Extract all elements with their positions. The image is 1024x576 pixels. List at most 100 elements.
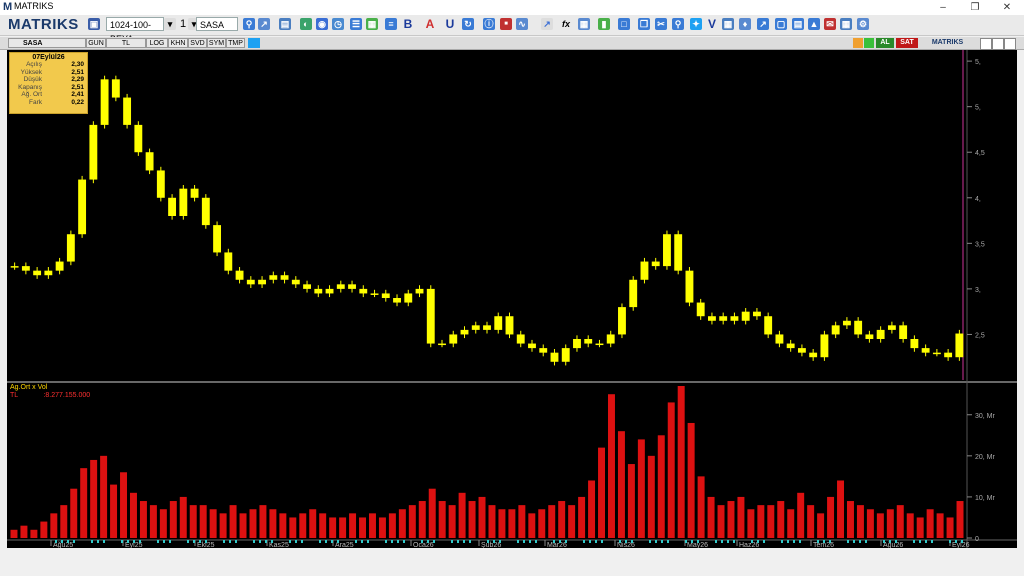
save-icon[interactable]: ▣ bbox=[88, 18, 100, 30]
volume-currency: TL bbox=[10, 392, 19, 399]
info-icon[interactable]: ⓘ bbox=[483, 18, 495, 30]
volume-bar bbox=[737, 496, 745, 538]
bold-button[interactable]: B bbox=[402, 18, 414, 30]
tab-gun[interactable]: GUN bbox=[86, 38, 106, 48]
brand-badge: MATRIKS bbox=[931, 39, 964, 46]
tab-svd[interactable]: SVD bbox=[188, 38, 207, 48]
grid-icon[interactable]: ▦ bbox=[578, 18, 590, 30]
mail-icon[interactable]: ✉ bbox=[824, 18, 836, 30]
date-marker bbox=[535, 540, 537, 543]
date-marker bbox=[451, 540, 453, 543]
symbol-select[interactable]: SASA bbox=[196, 17, 238, 31]
window-icon[interactable]: □ bbox=[618, 18, 630, 30]
close-button[interactable]: ✕ bbox=[992, 0, 1022, 15]
info-high-label: Yüksek bbox=[20, 68, 42, 76]
resize-icon[interactable]: ▢ bbox=[775, 18, 787, 30]
tab-khn[interactable]: KHN bbox=[168, 38, 188, 48]
date-marker bbox=[499, 540, 501, 543]
refresh-icon[interactable]: ↻ bbox=[462, 18, 474, 30]
align-icon[interactable]: ≡ bbox=[385, 18, 397, 30]
volume-bar bbox=[418, 501, 426, 538]
globe-icon[interactable]: ◉ bbox=[316, 18, 328, 30]
refresh-small-icon[interactable] bbox=[864, 38, 874, 48]
export-icon[interactable]: ↗ bbox=[757, 18, 769, 30]
trend-icon[interactable]: ↗ bbox=[541, 18, 553, 30]
sell-button[interactable]: SAT bbox=[896, 38, 918, 48]
volume-bar bbox=[100, 455, 108, 538]
maximize-button[interactable]: ❐ bbox=[960, 0, 990, 15]
draw-icon[interactable]: ↗ bbox=[258, 18, 270, 30]
tab-tl[interactable]: TL bbox=[106, 38, 146, 48]
volume-bar bbox=[139, 501, 147, 538]
date-marker bbox=[817, 540, 819, 543]
date-marker bbox=[259, 540, 261, 543]
table-icon[interactable]: ▦ bbox=[366, 18, 378, 30]
volume-bar bbox=[289, 517, 297, 538]
indicator-icon[interactable]: ∿ bbox=[516, 18, 528, 30]
date-marker bbox=[487, 540, 489, 543]
volume-bar bbox=[329, 517, 337, 538]
date-marker bbox=[619, 540, 621, 543]
volume-bar bbox=[817, 513, 825, 538]
pie-icon[interactable]: ◐ bbox=[300, 18, 312, 30]
volume-bar bbox=[578, 496, 586, 538]
settings-icon[interactable]: ⚙ bbox=[857, 18, 869, 30]
symbol-tab[interactable]: SASA bbox=[8, 38, 86, 48]
bell-icon[interactable]: ♦ bbox=[739, 18, 751, 30]
date-marker bbox=[595, 540, 597, 543]
date-marker bbox=[385, 540, 387, 543]
alarm-icon[interactable]: ▲ bbox=[808, 18, 820, 30]
layout-select[interactable]: 1024-100-BEYA bbox=[106, 17, 164, 44]
search-icon[interactable]: ⚲ bbox=[243, 18, 255, 30]
volume-bar bbox=[339, 517, 347, 538]
date-marker bbox=[289, 540, 291, 543]
bars-icon[interactable]: ▮ bbox=[598, 18, 610, 30]
price-candle bbox=[663, 234, 671, 267]
chart-type-icon[interactable]: ▤ bbox=[279, 18, 291, 30]
chart-svg[interactable]: 5, 5, 4,5 4, 3,5 3, 2,5 30, Mr 20, Mr 10, Mr 0 Ağu2… bbox=[7, 50, 1017, 549]
volume-bar bbox=[916, 517, 924, 538]
minimize-button[interactable]: – bbox=[928, 0, 958, 15]
clock-icon[interactable]: ◷ bbox=[332, 18, 344, 30]
close-chart-button[interactable] bbox=[1004, 38, 1016, 50]
v-icon[interactable]: V bbox=[706, 18, 718, 30]
volume-bar bbox=[60, 505, 68, 538]
cut-icon[interactable]: ✂ bbox=[655, 18, 667, 30]
layers-icon[interactable]: ▤ bbox=[792, 18, 804, 30]
calendar-icon[interactable]: ▦ bbox=[722, 18, 734, 30]
price-candle bbox=[685, 270, 694, 303]
twitter-tab-icon[interactable] bbox=[248, 38, 260, 48]
buy-button[interactable]: AL bbox=[876, 38, 894, 48]
price-candle bbox=[764, 316, 773, 335]
underline-button[interactable]: U bbox=[444, 18, 456, 30]
lock-icon[interactable] bbox=[853, 38, 863, 48]
twitter-icon[interactable]: ✦ bbox=[690, 18, 702, 30]
price-tick-label: 3,5 bbox=[975, 241, 985, 248]
minimize-chart-button[interactable] bbox=[980, 38, 992, 50]
tab-sym[interactable]: SYM bbox=[207, 38, 226, 48]
volume-bar bbox=[906, 513, 914, 538]
stop-icon[interactable]: ■ bbox=[500, 18, 512, 30]
chart-area[interactable]: 5, 5, 4,5 4, 3,5 3, 2,5 30, Mr 20, Mr 10, Mr 0 Ağu2… bbox=[7, 50, 1017, 549]
price-candle bbox=[336, 284, 345, 289]
volume-bar bbox=[279, 513, 287, 538]
volume-bar bbox=[40, 521, 48, 538]
zoom-icon[interactable]: ⚲ bbox=[672, 18, 684, 30]
tab-tmp[interactable]: TMP bbox=[226, 38, 245, 48]
chevron-down-icon[interactable]: ▾ bbox=[164, 18, 176, 30]
date-marker bbox=[757, 540, 759, 543]
price-candle bbox=[483, 325, 491, 330]
font-color-button[interactable]: A bbox=[424, 18, 436, 30]
formula-icon[interactable]: fx bbox=[560, 18, 572, 30]
volume-tick-label: 10, Mr bbox=[975, 495, 996, 502]
tab-log[interactable]: LOG bbox=[146, 38, 168, 48]
price-candle bbox=[584, 339, 593, 344]
price-candle bbox=[291, 279, 300, 285]
calculator-icon[interactable]: ▦ bbox=[840, 18, 852, 30]
copy-icon[interactable]: ❐ bbox=[638, 18, 650, 30]
maximize-chart-button[interactable] bbox=[992, 38, 1004, 50]
volume-bar bbox=[886, 509, 894, 538]
list-icon[interactable]: ☰ bbox=[350, 18, 362, 30]
volume-bar bbox=[189, 505, 197, 538]
date-tick-label: Mar26 bbox=[547, 542, 567, 548]
